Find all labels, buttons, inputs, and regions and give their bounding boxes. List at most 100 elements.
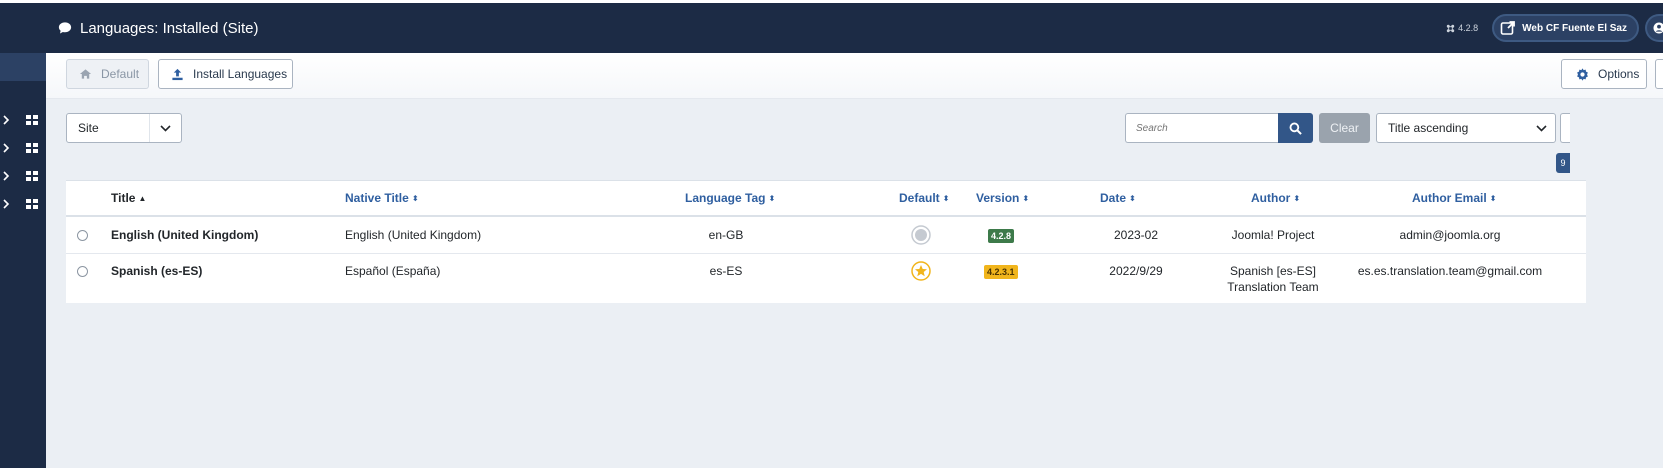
default-button-label: Default — [101, 67, 140, 81]
column-default-label: Default — [899, 191, 940, 205]
sort-select[interactable]: Title ascending — [1376, 113, 1556, 143]
language-title: Spanish (es-ES) — [111, 264, 203, 278]
count-badge: 9 — [1556, 153, 1570, 173]
home-icon — [79, 69, 92, 79]
languages-table: Title ▲ Native Title ⬍ Language Tag ⬍ Defau… — [66, 180, 1586, 303]
author-email: admin@joomla.org — [1399, 228, 1501, 242]
dashboard-grid-icon — [26, 114, 38, 126]
main-content: Site Clear Title ascending 9 Title▲ Nati… — [46, 99, 1663, 468]
default-star-icon — [911, 261, 931, 281]
chevron-right-icon — [0, 143, 12, 153]
sort-icon: ⬍ — [768, 193, 776, 203]
column-title-label: Title — [111, 191, 136, 205]
author-name: Spanish [es-ES] — [1229, 264, 1317, 278]
search-icon — [1289, 122, 1302, 135]
author-name-line2: Translation Team — [1227, 280, 1319, 294]
sort-icon: ⬍ — [1293, 193, 1301, 203]
sort-icon: ⬍ — [942, 193, 950, 203]
default-button[interactable]: Default — [66, 59, 149, 89]
sort-icon: ⬍ — [1129, 193, 1136, 203]
table-row: English (United Kingdom) English (United… — [66, 218, 1586, 254]
sidebar — [0, 3, 46, 468]
author-name: Joomla! Project — [1231, 228, 1315, 242]
search-group — [1125, 113, 1313, 143]
sort-asc-icon: ▲ — [138, 193, 147, 203]
column-version-label: Version — [976, 191, 1020, 205]
dashboard-grid-icon — [26, 142, 38, 154]
release-date: 2023-02 — [1113, 228, 1159, 242]
external-link-icon — [1500, 21, 1516, 35]
joomla-logo-icon — [1446, 24, 1455, 32]
view-site-button[interactable]: Web CF Fuente El Saz — [1492, 14, 1639, 42]
header-right: 4.2.8 Web CF Fuente El Saz — [1446, 3, 1663, 53]
version-badge: 4.2.8 — [988, 229, 1015, 243]
page-title: Languages: Installed (Site) — [80, 19, 259, 37]
column-header-default[interactable]: Default ⬍ — [899, 181, 949, 215]
chevron-right-icon — [0, 199, 12, 209]
table-row: Spanish (es-ES) Español (España) es-ES 4… — [66, 254, 1586, 304]
sort-select-value: Title ascending — [1388, 121, 1469, 135]
dashboard-grid-icon — [26, 170, 38, 182]
language-title: English (United Kingdom) — [111, 228, 259, 242]
user-icon — [1653, 22, 1663, 34]
native-title: Español (España) — [345, 264, 441, 278]
upload-icon — [172, 68, 183, 80]
column-header-date[interactable]: Date ⬍ — [1100, 181, 1136, 215]
client-select[interactable]: Site — [66, 113, 182, 143]
column-header-language-tag[interactable]: Language Tag ⬍ — [685, 181, 775, 215]
help-button[interactable] — [1655, 59, 1663, 89]
version-badge: 4.2.3.1 — [984, 265, 1018, 279]
version-text: 4.2.8 — [1458, 23, 1479, 33]
toolbar: Default Install Languages Options — [46, 53, 1663, 99]
chevron-right-icon — [0, 115, 12, 125]
language-tag: en-GB — [708, 228, 744, 242]
sort-icon: ⬍ — [1489, 193, 1497, 203]
release-date: 2022/9/29 — [1109, 264, 1163, 278]
row-select-radio[interactable] — [77, 230, 88, 241]
table-header: Title ▲ Native Title ⬍ Language Tag ⬍ Defau… — [66, 181, 1586, 217]
sidebar-menu-item-3[interactable] — [0, 165, 46, 187]
column-native-title-label: Native Title — [345, 191, 409, 205]
site-name: Web CF Fuente El Saz — [1522, 22, 1627, 34]
column-header-native-title[interactable]: Native Title ⬍ — [345, 181, 419, 215]
install-languages-label: Install Languages — [193, 67, 288, 81]
sidebar-menu-item-4[interactable] — [0, 193, 46, 215]
author-email: es.es.translation.team@gmail.com — [1357, 264, 1543, 278]
page-title-wrap: Languages: Installed (Site) — [58, 20, 258, 37]
chevron-right-icon — [0, 171, 12, 181]
search-input[interactable] — [1125, 113, 1278, 143]
joomla-version: 4.2.8 — [1446, 23, 1478, 33]
column-date-label: Date — [1100, 191, 1127, 205]
column-header-title[interactable]: Title ▲ — [111, 181, 146, 215]
column-language-tag-label: Language Tag — [685, 191, 766, 205]
chevron-down-icon — [1527, 124, 1555, 132]
client-select-value: Site — [78, 121, 99, 135]
list-limit-select[interactable] — [1560, 113, 1570, 143]
sidebar-menu-item-1[interactable] — [0, 109, 46, 131]
language-tag: es-ES — [709, 264, 743, 278]
install-languages-button[interactable]: Install Languages — [158, 59, 293, 89]
sidebar-toggle[interactable] — [0, 53, 46, 81]
sidebar-brand — [0, 3, 46, 53]
comment-icon — [58, 22, 72, 34]
native-title: English (United Kingdom) — [345, 228, 482, 242]
search-button[interactable] — [1278, 113, 1313, 143]
user-menu-button[interactable] — [1645, 14, 1663, 42]
column-author-email-label: Author Email — [1412, 191, 1487, 205]
clear-button[interactable]: Clear — [1319, 113, 1370, 143]
column-header-author[interactable]: Author ⬍ — [1251, 181, 1300, 215]
sort-icon: ⬍ — [1022, 193, 1030, 203]
dashboard-grid-icon — [26, 198, 38, 210]
chevron-down-icon — [149, 114, 181, 142]
column-header-author-email[interactable]: Author Email ⬍ — [1412, 181, 1496, 215]
sort-icon: ⬍ — [411, 193, 419, 203]
set-default-button[interactable] — [911, 225, 931, 245]
row-select-radio[interactable] — [77, 266, 88, 277]
options-button[interactable]: Options — [1561, 59, 1647, 89]
default-language-indicator — [911, 261, 931, 281]
column-author-label: Author — [1251, 191, 1291, 205]
gear-icon — [1577, 67, 1588, 81]
options-button-label: Options — [1598, 67, 1640, 81]
sidebar-menu-item-2[interactable] — [0, 137, 46, 159]
column-header-version[interactable]: Version ⬍ — [976, 181, 1029, 215]
